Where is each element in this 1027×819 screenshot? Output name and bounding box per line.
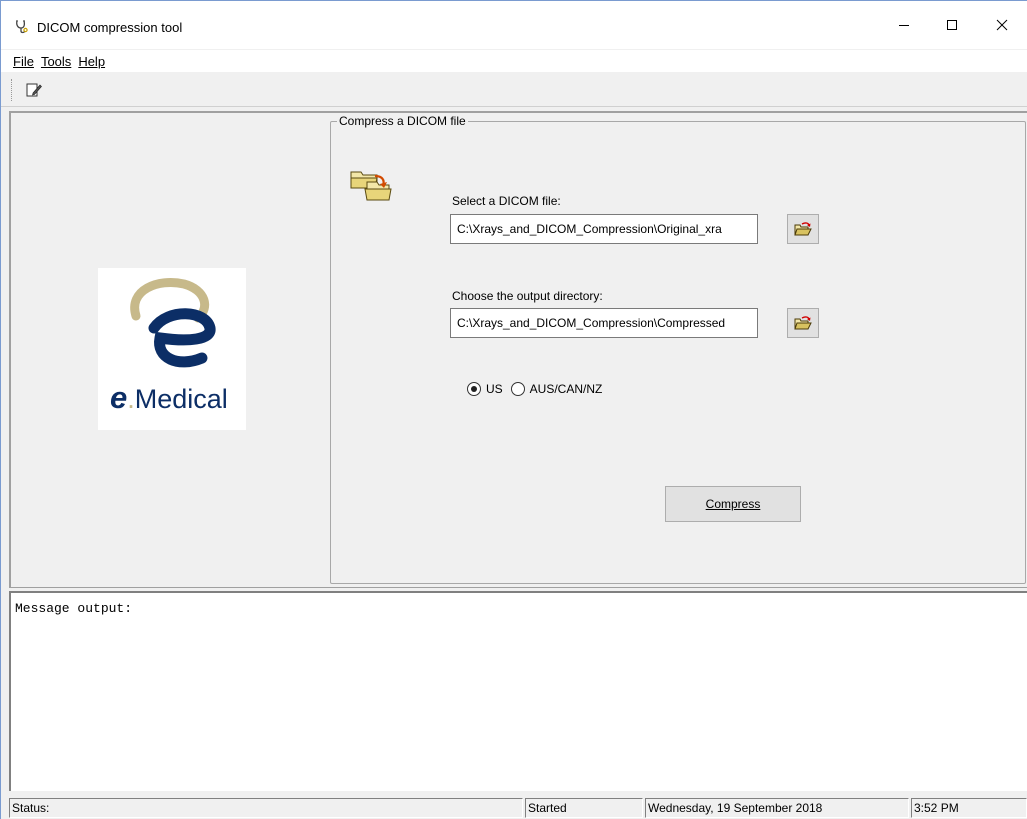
minimize-button[interactable] <box>881 9 927 41</box>
title-bar[interactable]: DICOM compression tool <box>1 1 1027 49</box>
stethoscope-icon <box>13 19 29 35</box>
menu-tools-label: Tools <box>40 53 72 69</box>
open-folder-icon <box>349 166 393 206</box>
select-file-label: Select a DICOM file: <box>452 194 561 208</box>
menu-help[interactable]: Help <box>78 54 105 69</box>
group-legend: Compress a DICOM file <box>337 114 468 128</box>
emedical-logo-mark-icon <box>130 278 216 368</box>
output-dir-label: Choose the output directory: <box>452 289 603 303</box>
radio-aus-can-nz[interactable] <box>510 382 525 396</box>
close-icon <box>996 19 1008 31</box>
emedical-logo: e.Medical <box>98 268 246 430</box>
emedical-wordmark: e.Medical <box>110 380 228 416</box>
status-state: Started <box>525 798 643 818</box>
toolbar-grip[interactable] <box>11 79 14 101</box>
logo-e: e <box>110 380 128 415</box>
edit-toolbar-button[interactable] <box>25 81 45 101</box>
status-date: Wednesday, 19 September 2018 <box>645 798 909 818</box>
radio-aus-can-nz-label[interactable]: AUS/CAN/NZ <box>530 382 603 396</box>
browse-output-button[interactable] <box>787 308 819 338</box>
compress-group: Compress a DICOM file Select a DICOM fil… <box>330 114 1026 584</box>
region-radio-group: US AUS/CAN/NZ <box>467 382 610 396</box>
edit-note-icon <box>26 83 42 97</box>
logo-dot: . <box>127 384 135 414</box>
radio-us-label[interactable]: US <box>486 382 503 396</box>
window-title: DICOM compression tool <box>37 20 183 35</box>
status-bar: Status: Started Wednesday, 19 September … <box>9 796 1027 819</box>
open-folder-icon <box>794 316 812 330</box>
open-folder-icon <box>794 222 812 236</box>
browse-file-button[interactable] <box>787 214 819 244</box>
menu-tools[interactable]: Tools <box>41 54 71 69</box>
close-button[interactable] <box>979 9 1025 41</box>
output-dir-input[interactable]: C:\Xrays_and_DICOM_Compression\Compresse… <box>450 308 758 338</box>
status-time: 3:52 PM <box>911 798 1027 818</box>
logo-pane: e.Medical <box>9 111 329 587</box>
menu-help-label: Help <box>78 53 106 69</box>
radio-us[interactable] <box>467 382 481 396</box>
menu-bar: File Tools Help <box>1 50 1027 72</box>
message-output[interactable]: Message output: <box>9 591 1027 791</box>
message-output-text: Message output: <box>15 601 133 616</box>
status-label: Status: <box>9 798 523 818</box>
dicom-file-input[interactable]: C:\Xrays_and_DICOM_Compression\Original_… <box>450 214 758 244</box>
menu-file-label: File <box>13 53 34 69</box>
maximize-icon <box>947 20 957 30</box>
compress-button-label: Compress <box>705 497 761 511</box>
toolbar <box>1 73 1027 107</box>
maximize-button[interactable] <box>929 9 975 41</box>
menu-file[interactable]: File <box>13 54 34 69</box>
compress-button[interactable]: Compress <box>665 486 801 522</box>
logo-medical: Medical <box>134 384 228 414</box>
main-window: DICOM compression tool File Tools Help e… <box>0 0 1027 819</box>
compress-pane: Compress a DICOM file Select a DICOM fil… <box>329 111 1027 587</box>
minimize-icon <box>899 25 909 26</box>
